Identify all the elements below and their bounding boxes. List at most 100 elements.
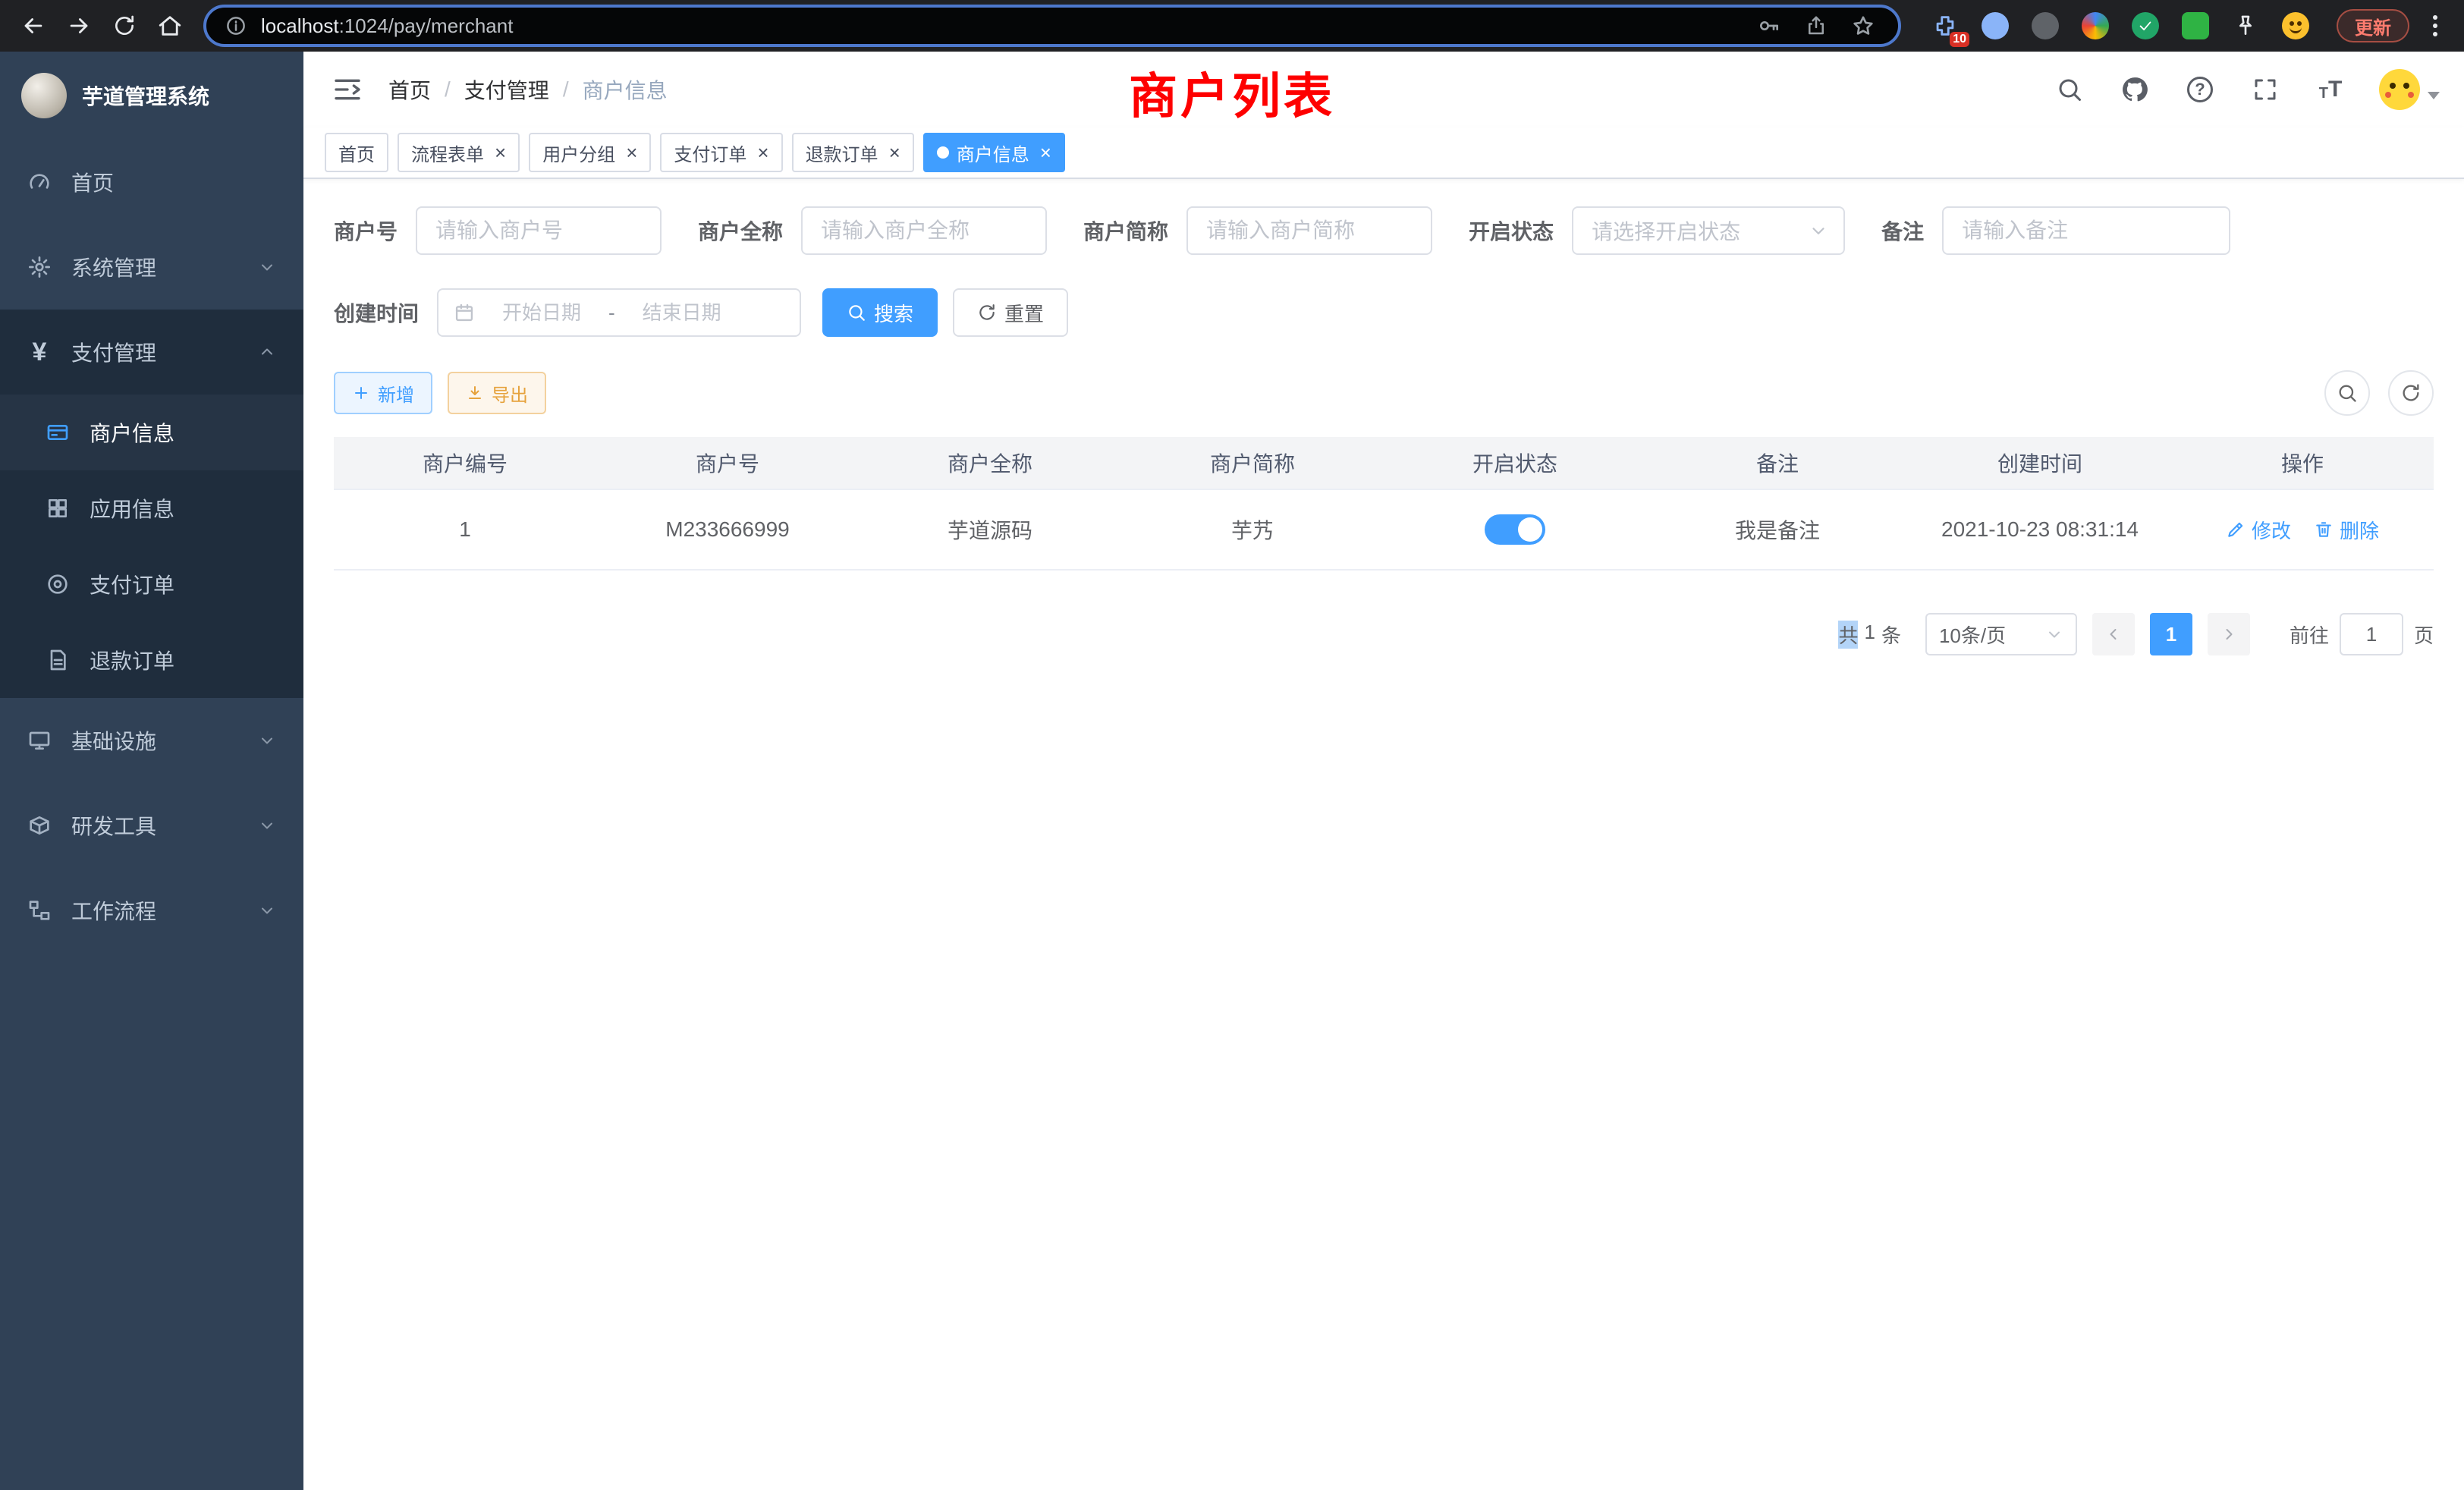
bookmark-star-icon[interactable] — [1846, 9, 1880, 42]
sidebar-item-merchant-info[interactable]: 商户信息 — [0, 395, 303, 470]
tab-label: 用户分组 — [542, 140, 615, 166]
sidebar-item-workflow[interactable]: 工作流程 — [0, 868, 303, 953]
address-bar[interactable]: localhost:1024/pay/merchant — [203, 5, 1901, 47]
page-size-select[interactable]: 10条/页 — [1925, 613, 2077, 655]
tab-merchant-info[interactable]: 商户信息 × — [923, 133, 1065, 172]
github-icon[interactable] — [2118, 73, 2151, 106]
extension-icon-check[interactable] — [2129, 9, 2162, 42]
status-select-placeholder: 请选择开启状态 — [1592, 215, 1740, 246]
browser-menu-button[interactable] — [2418, 8, 2452, 44]
close-icon[interactable]: × — [626, 143, 637, 162]
refresh-icon — [977, 303, 997, 322]
column-header: 商户号 — [596, 437, 859, 489]
close-icon[interactable]: × — [889, 143, 900, 162]
search-icon — [847, 303, 866, 322]
calendar-icon — [454, 302, 475, 323]
tab-payment-orders[interactable]: 支付订单 × — [660, 133, 782, 172]
update-label: 更新 — [2355, 13, 2391, 39]
sidebar-item-app-info[interactable]: 应用信息 — [0, 470, 303, 546]
prev-page-button[interactable] — [2092, 613, 2135, 655]
breadcrumb-separator: / — [445, 77, 451, 102]
active-tab-dot — [937, 146, 949, 159]
password-key-icon[interactable] — [1752, 9, 1786, 42]
sidebar-item-label: 工作流程 — [71, 895, 156, 926]
goto-page-input[interactable] — [2340, 613, 2403, 655]
tab-user-group[interactable]: 用户分组 × — [529, 133, 651, 172]
extension-icon-green-square[interactable] — [2179, 9, 2212, 42]
chevron-down-icon — [258, 816, 276, 835]
toggle-search-button[interactable] — [2324, 370, 2370, 416]
column-header: 商户简称 — [1121, 437, 1384, 489]
share-icon[interactable] — [1799, 9, 1833, 42]
create-time-range-picker[interactable]: - — [437, 288, 801, 337]
breadcrumb-item-payment[interactable]: 支付管理 — [464, 74, 549, 105]
extension-icon-dark[interactable] — [2029, 9, 2062, 42]
breadcrumb-item-home[interactable]: 首页 — [388, 74, 431, 105]
date-separator: - — [608, 301, 615, 325]
tab-flow-form[interactable]: 流程表单 × — [398, 133, 520, 172]
sidebar-item-dev-tools[interactable]: 研发工具 — [0, 783, 303, 868]
close-icon[interactable]: × — [495, 143, 506, 162]
browser-update-button[interactable]: 更新 — [2337, 9, 2409, 42]
extensions-puzzle-icon[interactable]: 10 — [1928, 9, 1962, 42]
table-header: 商户编号 商户号 商户全称 商户简称 开启状态 备注 创建时间 操作 — [334, 437, 2434, 490]
breadcrumb-item-current: 商户信息 — [583, 74, 668, 105]
edit-link[interactable]: 修改 — [2226, 516, 2291, 544]
browser-home-button[interactable] — [149, 5, 191, 47]
refresh-table-button[interactable] — [2388, 370, 2434, 416]
tab-label: 退款订单 — [806, 140, 878, 166]
status-select[interactable]: 请选择开启状态 — [1572, 206, 1845, 255]
tab-refund-orders[interactable]: 退款订单 × — [792, 133, 914, 172]
pagination: 共 1 条 10条/页 1 前往 页 — [334, 613, 2434, 655]
remark-input[interactable] — [1942, 206, 2230, 255]
top-navbar: 首页 / 支付管理 / 商户信息 ? TT — [303, 52, 2464, 127]
merchant-name-input[interactable] — [801, 206, 1047, 255]
browser-forward-button[interactable] — [58, 5, 100, 47]
next-page-button[interactable] — [2208, 613, 2250, 655]
extension-icon-emoji[interactable] — [2279, 9, 2312, 42]
document-icon — [46, 648, 70, 672]
app-logo[interactable]: 芋道管理系统 — [0, 52, 303, 140]
sidebar-item-home[interactable]: 首页 — [0, 140, 303, 225]
sidebar-item-payment[interactable]: ¥ 支付管理 — [0, 310, 303, 395]
status-label: 开启状态 — [1469, 215, 1554, 246]
sidebar-item-refund-orders[interactable]: 退款订单 — [0, 622, 303, 698]
user-menu[interactable] — [2379, 69, 2440, 110]
sidebar-toggle-button[interactable] — [328, 70, 367, 109]
fullscreen-icon[interactable] — [2249, 73, 2282, 106]
delete-link[interactable]: 删除 — [2314, 516, 2379, 544]
extension-icon-blue[interactable] — [1978, 9, 2012, 42]
page-number-button[interactable]: 1 — [2150, 613, 2192, 655]
header-search-icon[interactable] — [2053, 73, 2086, 106]
close-icon[interactable]: × — [757, 143, 768, 162]
start-date-input[interactable] — [484, 301, 599, 325]
add-button[interactable]: 新增 — [334, 372, 432, 414]
cell-create-time: 2021-10-23 08:31:14 — [1909, 490, 2171, 569]
font-size-icon[interactable]: TT — [2314, 73, 2347, 106]
status-toggle[interactable] — [1485, 514, 1545, 545]
close-icon[interactable]: × — [1040, 143, 1051, 162]
sidebar: 芋道管理系统 首页 系统管理 ¥ 支付管理 商户信息 — [0, 52, 303, 1490]
search-button[interactable]: 搜索 — [822, 288, 938, 337]
search-icon — [2337, 382, 2358, 404]
extension-icon-colorful[interactable] — [2079, 9, 2112, 42]
browser-reload-button[interactable] — [103, 5, 146, 47]
refresh-icon — [2400, 382, 2422, 404]
reset-button[interactable]: 重置 — [953, 288, 1068, 337]
sidebar-item-label: 研发工具 — [71, 810, 156, 841]
table-row: 1 M233666999 芋道源码 芋艿 我是备注 2021-10-23 08:… — [334, 490, 2434, 571]
chevron-down-icon — [258, 258, 276, 276]
merchant-short-input[interactable] — [1186, 206, 1432, 255]
end-date-input[interactable] — [624, 301, 740, 325]
browser-back-button[interactable] — [12, 5, 55, 47]
export-button[interactable]: 导出 — [448, 372, 546, 414]
extension-icon-pin[interactable] — [2229, 9, 2262, 42]
extensions-cluster: 10 — [1913, 9, 2327, 42]
filter-row-1: 商户号 商户全称 商户简称 开启状态 请选择开启状态 — [334, 206, 2434, 255]
help-icon[interactable]: ? — [2183, 73, 2217, 106]
merchant-no-input[interactable] — [416, 206, 662, 255]
tab-home[interactable]: 首页 — [325, 133, 388, 172]
sidebar-item-system[interactable]: 系统管理 — [0, 225, 303, 310]
sidebar-item-payment-orders[interactable]: 支付订单 — [0, 546, 303, 622]
sidebar-item-infrastructure[interactable]: 基础设施 — [0, 698, 303, 783]
